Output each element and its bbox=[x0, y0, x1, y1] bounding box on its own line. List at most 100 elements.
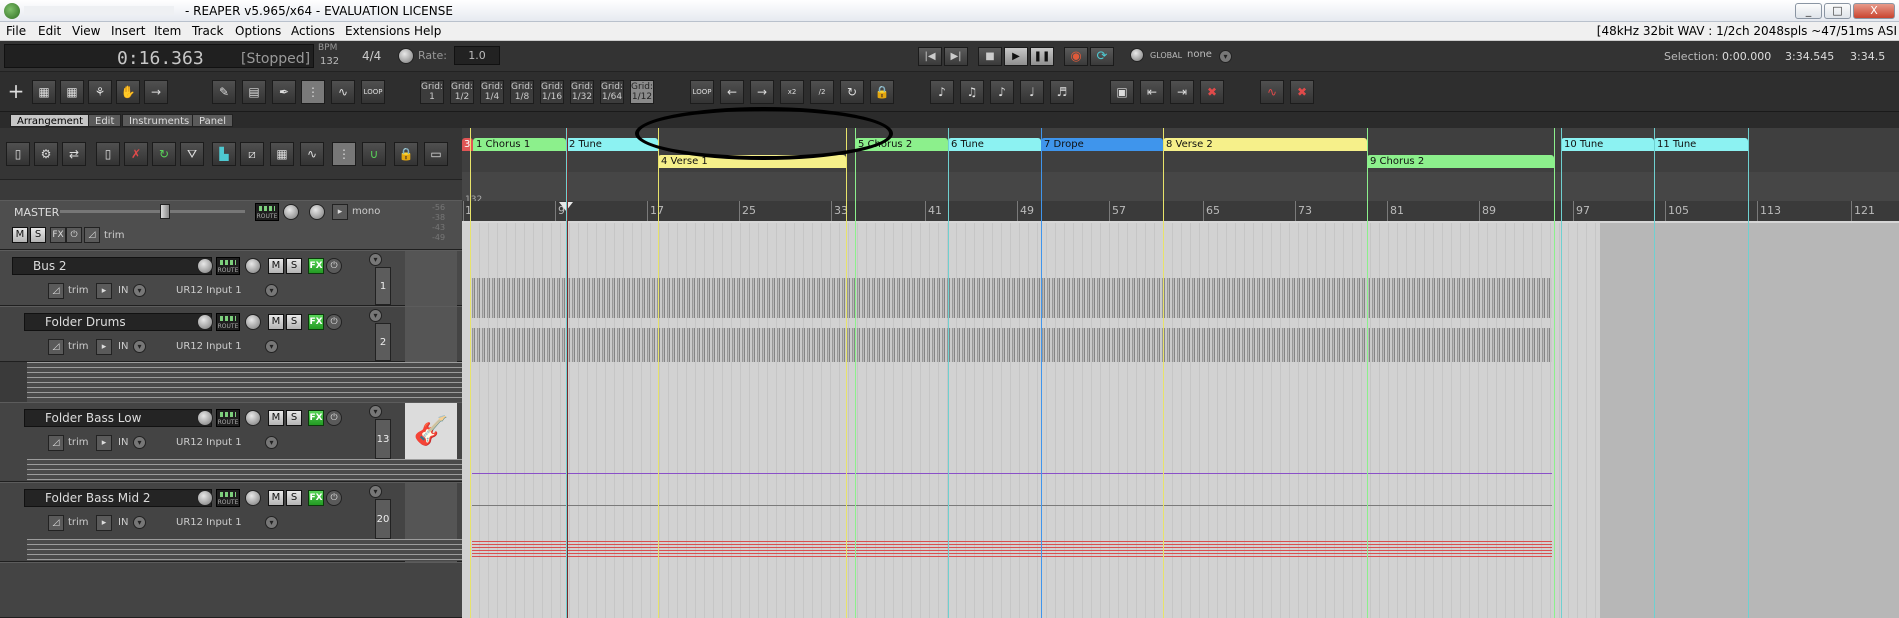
repeat-toggle-button[interactable]: ⟳ bbox=[1090, 47, 1114, 66]
track-name[interactable]: Bus 2 bbox=[12, 257, 212, 275]
input-dropdown-icon[interactable]: ▾ bbox=[133, 284, 146, 297]
mute-button[interactable]: M bbox=[268, 258, 284, 274]
input-source[interactable]: UR12 Input 1 bbox=[176, 437, 242, 448]
grid-1-32-button[interactable]: Grid: 1/32 bbox=[570, 80, 594, 104]
volume-knob-icon[interactable] bbox=[197, 410, 213, 426]
region-tune-10[interactable]: 10 Tune bbox=[1561, 138, 1654, 151]
track-grid-icon[interactable]: ▦ bbox=[270, 142, 294, 166]
master-fx-button[interactable]: FX bbox=[50, 227, 66, 243]
chevron-down-icon[interactable]: ▾ bbox=[1219, 50, 1232, 63]
track-ripple-icon[interactable]: ↻ bbox=[152, 142, 176, 166]
time-display[interactable]: 0:16.363 [Stopped] bbox=[4, 44, 314, 69]
trim-icon[interactable]: ◿ bbox=[48, 515, 64, 531]
master-pan-knob-icon[interactable] bbox=[309, 204, 325, 220]
region-chorus-2b[interactable]: 9 Chorus 2 bbox=[1367, 155, 1554, 168]
grid-1-8-button[interactable]: Grid: 1/8 bbox=[510, 80, 534, 104]
midi-note-split-icon[interactable]: ♩ bbox=[1020, 80, 1044, 104]
input-source-dropdown-icon[interactable]: ▾ bbox=[265, 516, 278, 529]
mute-button[interactable]: M bbox=[268, 490, 284, 506]
region-chorus-1[interactable]: 1 Chorus 1 bbox=[473, 138, 566, 151]
arrow-right-icon[interactable]: → bbox=[144, 80, 168, 104]
selection-length[interactable]: 3:34.5 bbox=[1850, 50, 1885, 63]
loop-forward-icon[interactable]: → bbox=[750, 80, 774, 104]
time-signature[interactable]: 4/4 bbox=[362, 49, 381, 63]
color-tracks-icon[interactable]: ▦ bbox=[32, 80, 56, 104]
track-bus-2[interactable]: Bus 2 ROUTE M S FX ⏻ ◿ trim ▸ IN ▾ UR12 … bbox=[0, 250, 462, 307]
phase-icon[interactable]: ⏻ bbox=[326, 314, 342, 330]
midi-note-up-icon[interactable]: ♪ bbox=[990, 80, 1014, 104]
trim-icon[interactable]: ◿ bbox=[48, 283, 64, 299]
track-name[interactable]: Folder Drums bbox=[24, 313, 212, 331]
pan-knob-icon[interactable] bbox=[245, 490, 261, 506]
color-items-icon[interactable]: ▦ bbox=[60, 80, 84, 104]
menu-options[interactable]: Options bbox=[235, 24, 281, 38]
track-auto-icon[interactable]: ▙ bbox=[212, 142, 236, 166]
snap-grid-icon[interactable]: ⋮ bbox=[301, 80, 325, 104]
track-lock-icon[interactable]: ⛛ bbox=[180, 142, 204, 166]
menu-track[interactable]: Track bbox=[192, 24, 223, 38]
grid-1-button[interactable]: Grid: 1 bbox=[420, 80, 444, 104]
paint-icon[interactable]: ✒ bbox=[272, 80, 296, 104]
route-button[interactable]: ROUTE bbox=[216, 489, 240, 507]
region-drope[interactable]: 7 Drope bbox=[1041, 138, 1163, 151]
envelope-delete-icon[interactable]: ∿ bbox=[1260, 80, 1284, 104]
track-route-icon[interactable]: ⇄ bbox=[62, 142, 86, 166]
go-to-end-button[interactable]: ▶| bbox=[944, 47, 968, 66]
menu-item[interactable]: Item bbox=[154, 24, 181, 38]
minimize-button[interactable]: _ bbox=[1795, 3, 1822, 19]
solo-button[interactable]: S bbox=[286, 490, 302, 506]
trim-icon[interactable]: ◿ bbox=[48, 435, 64, 451]
solo-button[interactable]: S bbox=[286, 314, 302, 330]
mute-button[interactable]: M bbox=[268, 314, 284, 330]
input-dropdown-icon[interactable]: ▾ bbox=[133, 436, 146, 449]
master-volume-handle[interactable] bbox=[160, 204, 170, 219]
region-insert-icon[interactable]: ▣ bbox=[1110, 80, 1134, 104]
monitor-icon[interactable]: ▸ bbox=[96, 435, 112, 451]
stop-button[interactable]: ■ bbox=[978, 47, 1002, 66]
menu-view[interactable]: View bbox=[72, 24, 100, 38]
timeline-ruler[interactable]: 1 9 17 25 33 41 49 57 65 73 81 89 97 105… bbox=[462, 201, 1899, 223]
drums-waveform[interactable] bbox=[472, 328, 1552, 362]
phase-icon[interactable]: ⏻ bbox=[326, 410, 342, 426]
input-source-dropdown-icon[interactable]: ▾ bbox=[265, 436, 278, 449]
add-icon[interactable]: + bbox=[4, 80, 28, 104]
trim-icon[interactable]: ◿ bbox=[48, 339, 64, 355]
region-tune-11[interactable]: 11 Tune bbox=[1654, 138, 1748, 151]
master-fx-bypass-icon[interactable]: ⏻ bbox=[66, 227, 82, 243]
tab-instruments[interactable]: Instruments bbox=[122, 114, 197, 127]
pan-knob-icon[interactable] bbox=[245, 410, 261, 426]
menu-file[interactable]: File bbox=[6, 24, 26, 38]
folder-toggle-icon[interactable]: ▾ bbox=[369, 405, 382, 418]
input-source[interactable]: UR12 Input 1 bbox=[176, 517, 242, 528]
input-dropdown-icon[interactable]: ▾ bbox=[133, 516, 146, 529]
mute-button[interactable]: M bbox=[268, 410, 284, 426]
menu-actions[interactable]: Actions bbox=[291, 24, 335, 38]
track-folder-bass-mid-2[interactable]: Folder Bass Mid 2 ROUTE M S FX ⏻ ◿ trim … bbox=[0, 482, 462, 563]
master-volume-fader[interactable] bbox=[60, 210, 245, 213]
folder-toggle-icon[interactable]: ▾ bbox=[369, 485, 382, 498]
menu-extensions[interactable]: Extensions bbox=[345, 24, 410, 38]
menu-edit[interactable]: Edit bbox=[38, 24, 61, 38]
master-track[interactable]: MASTER ROUTE ▸ mono M S FX ⏻ ◿ trim -56 … bbox=[0, 200, 462, 250]
volume-knob-icon[interactable] bbox=[197, 490, 213, 506]
play-button[interactable]: ▶ bbox=[1004, 47, 1028, 66]
folder-toggle-icon[interactable]: ▾ bbox=[369, 253, 382, 266]
tab-edit[interactable]: Edit bbox=[88, 114, 122, 127]
loop-zoom-icon[interactable]: LOOP bbox=[361, 80, 385, 104]
master-mono-toggle[interactable]: ▸ bbox=[332, 204, 348, 220]
master-mute-button[interactable]: M bbox=[12, 227, 28, 243]
new-track-icon[interactable]: ▯ bbox=[6, 142, 30, 166]
loop-back-icon[interactable]: ← bbox=[720, 80, 744, 104]
phase-icon[interactable]: ⏻ bbox=[326, 258, 342, 274]
input-source-dropdown-icon[interactable]: ▾ bbox=[265, 284, 278, 297]
pan-knob-icon[interactable] bbox=[245, 314, 261, 330]
solo-button[interactable]: S bbox=[286, 258, 302, 274]
loop-play-icon[interactable]: ↻ bbox=[840, 80, 864, 104]
track-stretch-icon[interactable]: ⧄ bbox=[240, 142, 264, 166]
arrange-view[interactable]: 3 1 Chorus 1 2 Tune 4 Verse 1 5 Chorus 2… bbox=[462, 128, 1899, 618]
tab-panel[interactable]: Panel bbox=[192, 114, 233, 127]
global-automation-icon[interactable] bbox=[1130, 48, 1144, 62]
region-verse-2[interactable]: 8 Verse 2 bbox=[1163, 138, 1367, 151]
monitor-icon[interactable]: ▸ bbox=[96, 283, 112, 299]
global-automation-value[interactable]: none bbox=[1187, 49, 1212, 60]
